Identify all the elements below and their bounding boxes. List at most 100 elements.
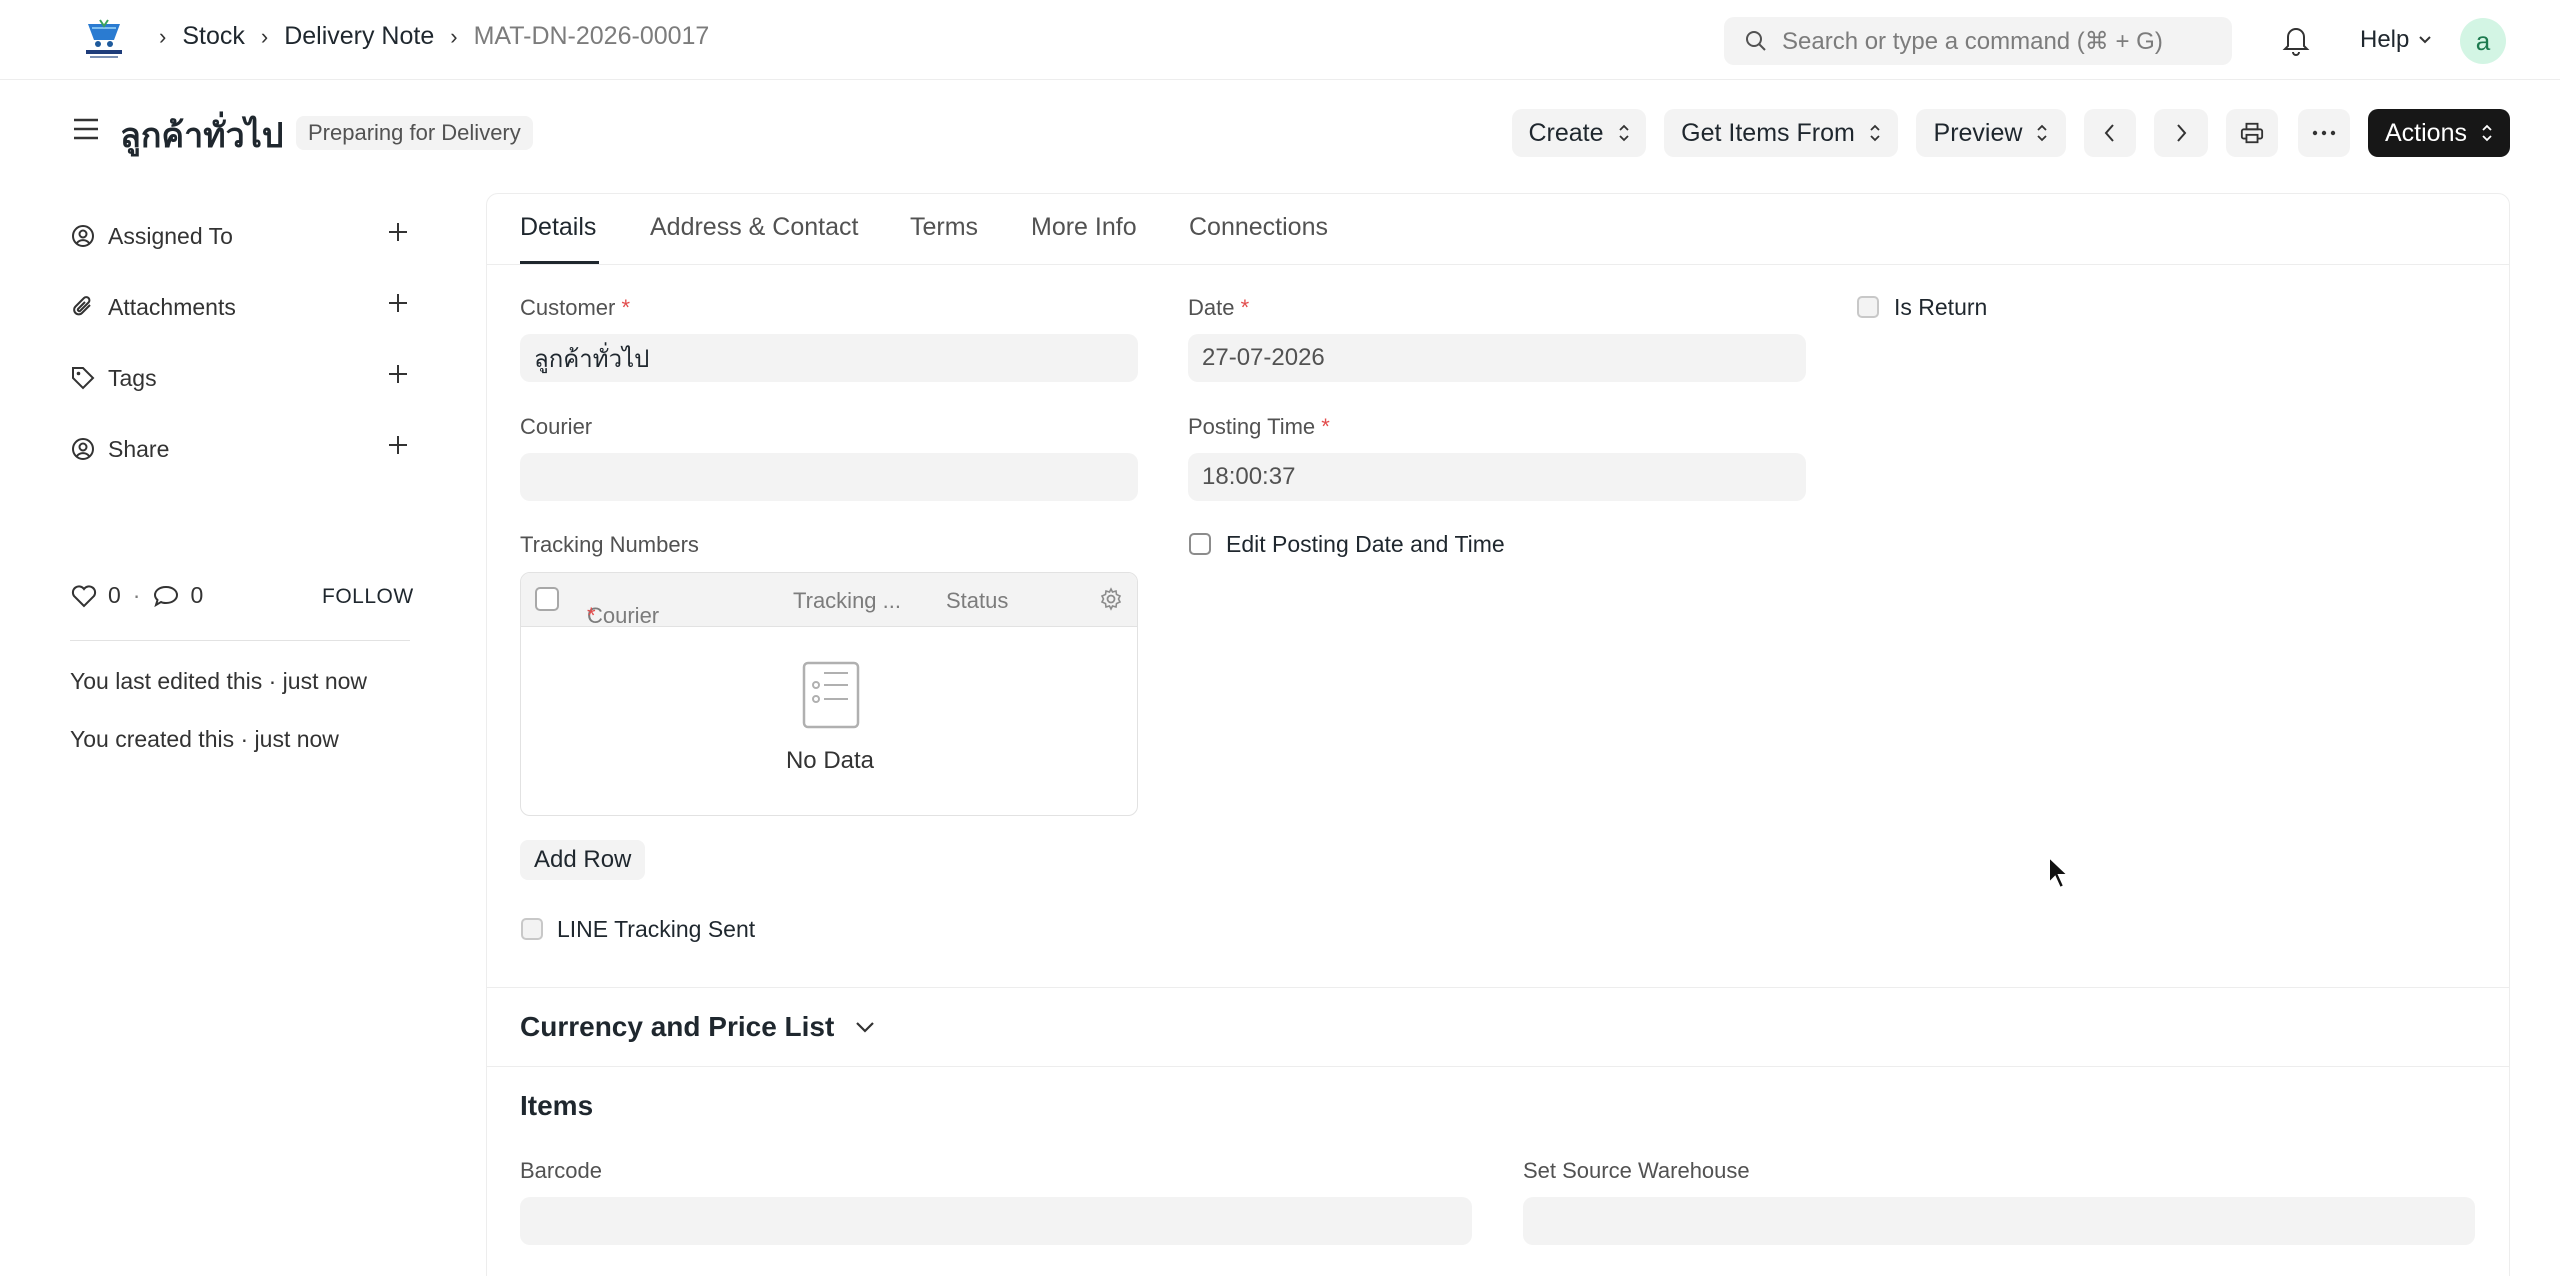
more-options-button[interactable]: [2298, 109, 2350, 157]
breadcrumb-current-doc[interactable]: MAT-DN-2026-00017: [474, 22, 710, 51]
chevron-down-icon: [2419, 36, 2432, 44]
breadcrumb-stock[interactable]: Stock: [182, 22, 245, 51]
posting-time-label: Posting Time *: [1188, 414, 1330, 439]
add-tag-icon[interactable]: [386, 362, 410, 392]
page-title: ลูกค้าทั่วไป: [120, 117, 284, 155]
add-attachment-icon[interactable]: [386, 291, 410, 321]
share-icon: [72, 438, 94, 460]
get-items-label: Get Items From: [1681, 118, 1855, 147]
section-divider: [486, 1066, 2510, 1067]
sidebar-item-label: Assigned To: [108, 222, 233, 249]
search-input[interactable]: Search or type a command (⌘ + G): [1724, 17, 2232, 65]
status-badge: Preparing for Delivery: [296, 116, 533, 150]
date-label: Date *: [1188, 295, 1250, 320]
printer-icon: [2240, 122, 2264, 144]
preview-label: Preview: [1933, 118, 2023, 147]
items-section-title: Items: [520, 1090, 594, 1121]
column-header-tracking: Tracking ...: [793, 588, 901, 613]
help-label: Help: [2360, 26, 2410, 53]
last-edited-text: You last edited this · just now: [70, 668, 368, 694]
posting-time-field[interactable]: 18:00:37: [1188, 453, 1806, 501]
section-divider: [486, 987, 2510, 988]
customer-label: Customer *: [520, 295, 631, 320]
navbar: › Stock › Delivery Note › MAT-DN-2026-00…: [0, 0, 2560, 80]
breadcrumb-delivery-note[interactable]: Delivery Note: [284, 22, 434, 51]
add-share-icon[interactable]: [386, 433, 410, 463]
currency-section-title: Currency and Price List: [520, 1011, 835, 1042]
assign-icon: [72, 225, 94, 247]
comments-count: 0: [190, 582, 204, 608]
create-button[interactable]: Create: [1512, 109, 1646, 157]
notification-bell-icon[interactable]: [2281, 24, 2311, 61]
tab-more-info[interactable]: More Info: [1031, 213, 1137, 242]
is-return-label: Is Return: [1894, 294, 1988, 320]
empty-list-icon: [802, 661, 860, 734]
barcode-label: Barcode: [520, 1158, 602, 1183]
updown-icon: [2482, 124, 2492, 142]
column-header-status: Status: [946, 588, 1009, 613]
divider: [70, 640, 410, 641]
tracking-numbers-table: Courier * Tracking ... Status No Data: [520, 572, 1138, 816]
currency-section-header[interactable]: Currency and Price List: [520, 1011, 876, 1043]
created-text: You created this · just now: [70, 726, 339, 752]
tracking-numbers-label: Tracking Numbers: [520, 532, 699, 557]
table-header: Courier * Tracking ... Status: [521, 573, 1137, 628]
source-warehouse-label: Set Source Warehouse: [1523, 1158, 1750, 1183]
no-data-text: No Data: [785, 747, 875, 774]
courier-label: Courier: [520, 414, 593, 439]
add-row-button[interactable]: Add Row: [520, 840, 646, 880]
tab-details[interactable]: Details: [520, 213, 596, 242]
previous-doc-button[interactable]: [2084, 109, 2136, 157]
actions-button[interactable]: Actions: [2368, 109, 2510, 157]
mouse-cursor-icon: [2046, 854, 2072, 896]
sidebar-item-label: Attachments: [108, 293, 236, 320]
barcode-field[interactable]: [520, 1197, 1472, 1245]
edit-posting-label: Edit Posting Date and Time: [1226, 531, 1505, 557]
line-tracking-label: LINE Tracking Sent: [557, 916, 756, 942]
source-warehouse-field[interactable]: [1523, 1197, 2475, 1245]
select-all-checkbox[interactable]: [535, 587, 559, 611]
create-label: Create: [1528, 118, 1604, 147]
edit-posting-checkbox[interactable]: [1189, 533, 1211, 555]
comment-icon[interactable]: [152, 583, 180, 609]
tab-address-contact[interactable]: Address & Contact: [650, 213, 858, 242]
chevron-down-icon: [856, 1022, 875, 1033]
chevron-right-icon: [2177, 124, 2187, 142]
tab-terms[interactable]: Terms: [910, 213, 978, 242]
date-field[interactable]: 27-07-2026: [1188, 334, 1806, 382]
tab-connections[interactable]: Connections: [1189, 213, 1328, 242]
chevron-right-icon: ›: [159, 23, 167, 49]
sidebar-item-label: Share: [108, 435, 170, 462]
updown-icon: [2037, 124, 2048, 142]
courier-field[interactable]: [520, 453, 1138, 501]
breadcrumb: › Stock › Delivery Note › MAT-DN-2026-00…: [155, 22, 709, 51]
sidebar-item-label: Tags: [108, 364, 157, 391]
ellipsis-icon: [2312, 130, 2336, 136]
updown-icon: [1618, 124, 1629, 142]
is-return-checkbox[interactable]: [1857, 296, 1879, 318]
line-tracking-checkbox[interactable]: [521, 918, 543, 940]
active-tab-indicator: [520, 261, 599, 264]
print-button[interactable]: [2226, 109, 2278, 157]
follow-button[interactable]: FOLLOW: [322, 585, 414, 609]
actions-label: Actions: [2385, 118, 2467, 147]
chevron-left-icon: [2104, 124, 2114, 142]
app-logo[interactable]: [80, 18, 128, 62]
sidebar-item-tags[interactable]: Tags: [70, 358, 410, 398]
settings-gear-icon[interactable]: [1099, 587, 1123, 617]
customer-field[interactable]: ลูกค้าทั่วไป: [520, 334, 1138, 382]
preview-button[interactable]: Preview: [1916, 109, 2066, 157]
sidebar-item-attachments[interactable]: Attachments: [70, 287, 410, 327]
sidebar-item-share[interactable]: Share: [70, 429, 410, 469]
avatar[interactable]: a: [2460, 18, 2506, 64]
sidebar-item-assigned-to[interactable]: Assigned To: [70, 216, 410, 256]
help-dropdown[interactable]: Help: [2360, 26, 2433, 54]
heart-icon[interactable]: [70, 583, 98, 609]
next-doc-button[interactable]: [2154, 109, 2208, 157]
get-items-from-button[interactable]: Get Items From: [1664, 109, 1898, 157]
likes-count: 0: [108, 582, 121, 608]
updown-icon: [1870, 124, 1880, 142]
add-assign-icon[interactable]: [386, 220, 410, 250]
search-placeholder: Search or type a command (⌘ + G): [1782, 27, 2163, 55]
sidebar-toggle-icon[interactable]: [72, 117, 100, 146]
